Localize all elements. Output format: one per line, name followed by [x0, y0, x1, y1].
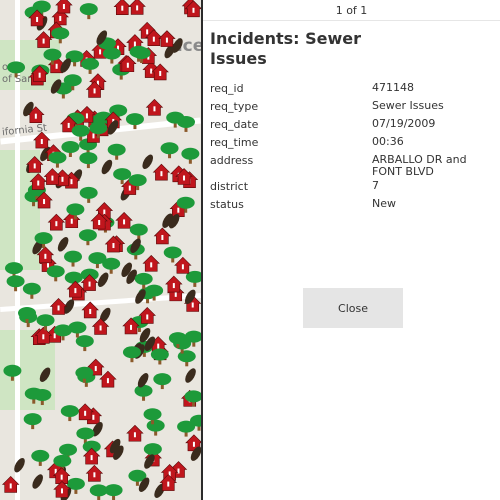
- tree-icon[interactable]: [160, 142, 179, 159]
- tree-icon[interactable]: [81, 57, 100, 74]
- attribute-value: ARBALLO DR and FONT BLVD: [372, 153, 467, 178]
- tree-icon[interactable]: [122, 346, 141, 363]
- tree-icon[interactable]: [129, 223, 148, 240]
- house-alert-icon[interactable]: [91, 318, 110, 335]
- house-alert-icon[interactable]: [47, 213, 66, 231]
- leaf-icon[interactable]: [99, 158, 114, 176]
- house-alert-icon[interactable]: [138, 307, 156, 324]
- tree-icon[interactable]: [22, 282, 41, 299]
- house-alert-icon[interactable]: [174, 256, 192, 274]
- tree-icon[interactable]: [31, 449, 50, 466]
- attribute-value: 7: [372, 179, 379, 192]
- house-alert-icon[interactable]: [34, 326, 53, 344]
- house-alert-icon[interactable]: [115, 211, 133, 229]
- house-alert-icon[interactable]: [165, 275, 183, 293]
- map-view[interactable]: Lice ifornia St o of San: [0, 0, 201, 500]
- attribute-value: New: [372, 197, 396, 210]
- tree-icon[interactable]: [79, 3, 98, 20]
- tree-icon[interactable]: [177, 350, 196, 367]
- attribute-row: req_id 471148: [210, 80, 493, 98]
- attribute-key: req_time: [210, 136, 259, 149]
- attribute-key: req_type: [210, 100, 259, 113]
- popup-panel: 1 of 1 Incidents: Sewer Issues req_id 471…: [203, 0, 500, 500]
- attribute-key: status: [210, 198, 244, 211]
- leaf-icon[interactable]: [12, 456, 27, 474]
- house-alert-icon[interactable]: [81, 301, 99, 319]
- tree-icon[interactable]: [7, 61, 26, 78]
- house-alert-icon[interactable]: [145, 98, 164, 116]
- house-alert-icon[interactable]: [1, 476, 20, 493]
- tree-icon[interactable]: [102, 47, 121, 64]
- leaf-icon[interactable]: [56, 235, 71, 253]
- tree-icon[interactable]: [60, 405, 79, 422]
- tree-icon[interactable]: [150, 348, 169, 365]
- attribute-row: req_time 00:36: [210, 134, 493, 152]
- tree-icon[interactable]: [64, 250, 83, 267]
- house-alert-icon[interactable]: [126, 424, 144, 442]
- tree-icon[interactable]: [6, 275, 25, 292]
- attribute-value: 07/19/2009: [372, 117, 436, 130]
- house-alert-icon[interactable]: [55, 0, 73, 14]
- house-alert-icon[interactable]: [119, 55, 137, 73]
- house-alert-icon[interactable]: [153, 227, 172, 245]
- attribute-value: 471148: [372, 81, 414, 94]
- pager-text: 1 of 1: [335, 4, 368, 17]
- tree-icon[interactable]: [134, 384, 153, 401]
- tree-icon[interactable]: [181, 147, 200, 164]
- tree-icon[interactable]: [146, 419, 165, 436]
- tree-icon[interactable]: [163, 246, 182, 263]
- house-alert-icon[interactable]: [43, 168, 62, 185]
- leaf-icon[interactable]: [38, 366, 53, 384]
- attribute-row: district 7: [210, 178, 493, 196]
- tree-icon[interactable]: [33, 389, 52, 406]
- tree-icon[interactable]: [79, 186, 98, 203]
- attribute-row: address ARBALLO DR and FONT BLVD: [210, 152, 493, 178]
- leaf-icon[interactable]: [140, 153, 155, 171]
- house-alert-icon[interactable]: [158, 30, 176, 47]
- popup-title: Incidents: Sewer Issues: [210, 29, 362, 68]
- leaf-icon[interactable]: [183, 367, 198, 385]
- house-alert-icon[interactable]: [152, 163, 171, 181]
- tree-icon[interactable]: [48, 151, 67, 168]
- house-alert-icon[interactable]: [128, 0, 146, 15]
- tree-icon[interactable]: [153, 373, 172, 390]
- attribute-key: district: [210, 180, 249, 193]
- leaf-icon[interactable]: [30, 473, 45, 491]
- map-markers[interactable]: [0, 0, 201, 500]
- attribute-key: req_date: [210, 118, 259, 131]
- attribute-row: req_type Sewer Issues: [210, 98, 493, 116]
- tree-icon[interactable]: [79, 152, 98, 169]
- close-button[interactable]: Close: [303, 288, 403, 328]
- attribute-key: address: [210, 154, 254, 167]
- tree-icon[interactable]: [46, 265, 65, 282]
- tree-icon[interactable]: [3, 364, 22, 381]
- tree-icon[interactable]: [89, 484, 108, 500]
- tree-icon[interactable]: [51, 27, 70, 44]
- house-alert-icon[interactable]: [66, 280, 85, 298]
- tree-icon[interactable]: [78, 229, 97, 246]
- divider-line: [203, 20, 500, 21]
- tree-icon[interactable]: [71, 124, 90, 141]
- tree-icon[interactable]: [107, 143, 126, 160]
- attribute-row: status New: [210, 196, 493, 214]
- tree-icon[interactable]: [36, 314, 55, 331]
- attribute-value: Sewer Issues: [372, 99, 444, 112]
- attribute-row: req_date 07/19/2009: [210, 116, 493, 134]
- attribute-value: 00:36: [372, 135, 404, 148]
- house-alert-icon[interactable]: [85, 464, 104, 482]
- tree-icon[interactable]: [23, 413, 42, 430]
- house-alert-icon[interactable]: [34, 31, 53, 48]
- tree-icon[interactable]: [75, 335, 94, 352]
- house-alert-icon[interactable]: [29, 173, 47, 190]
- house-alert-icon[interactable]: [99, 370, 117, 388]
- house-alert-icon[interactable]: [49, 298, 68, 315]
- house-alert-icon[interactable]: [33, 131, 51, 149]
- attribute-key: req_id: [210, 82, 244, 95]
- house-alert-icon[interactable]: [142, 254, 160, 272]
- house-alert-icon[interactable]: [76, 403, 94, 421]
- house-alert-icon[interactable]: [113, 0, 132, 15]
- attribute-table: req_id 471148 req_type Sewer Issues req_date…: [210, 80, 493, 214]
- tree-icon[interactable]: [125, 113, 144, 130]
